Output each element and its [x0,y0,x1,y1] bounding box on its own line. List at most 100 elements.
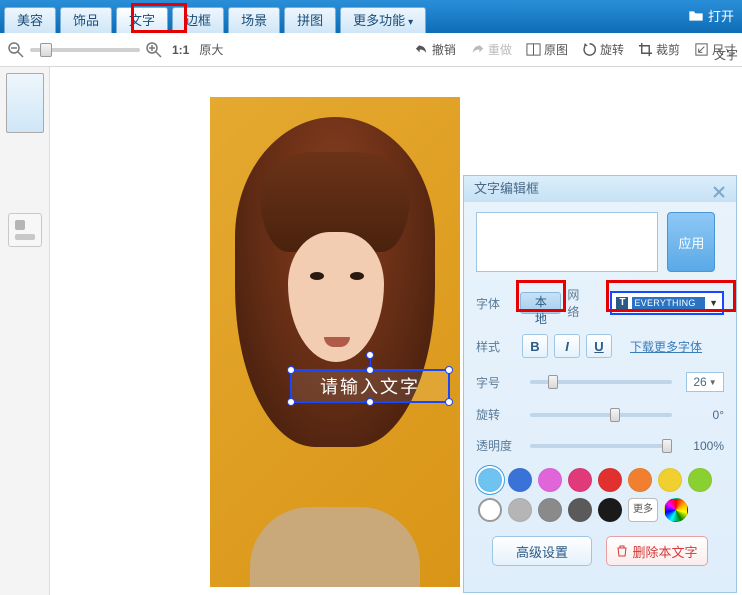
color-swatch[interactable] [508,498,532,522]
delete-text-button[interactable]: 删除本文字 [606,536,708,566]
resize-icon [694,42,709,57]
resize-handle-tl[interactable] [287,366,295,374]
tab-beauty[interactable]: 美容 [4,7,56,33]
undo-icon [414,42,429,57]
left-sidebar [0,67,50,595]
photo-eye-right [350,272,364,280]
color-swatch[interactable] [538,468,562,492]
panel-footer: 高级设置 删除本文字 [476,522,724,566]
color-swatch[interactable] [628,468,652,492]
size-row: 字号 26▼ [476,372,724,392]
redo-button[interactable]: 重做 [470,41,512,58]
font-label: 字体 [476,295,514,312]
size-value[interactable]: 26▼ [686,372,724,392]
rotate-icon [582,42,597,57]
font-select[interactable]: T EVERYTHING ▼ [610,291,724,315]
color-swatch[interactable] [478,468,502,492]
undo-button[interactable]: 撤销 [414,41,456,58]
color-swatch[interactable] [598,468,622,492]
opacity-value: 100% [686,439,724,453]
open-button[interactable]: 打开 [688,6,734,25]
tab-more[interactable]: 更多功能 [340,7,426,33]
size-label: 字号 [476,374,516,391]
tab-collage[interactable]: 拼图 [284,7,336,33]
resize-handle-bl[interactable] [287,398,295,406]
font-local-button[interactable]: 本地 [520,292,561,314]
opacity-row: 透明度 100% [476,437,724,454]
rotate-value: 0° [686,408,724,422]
color-swatch[interactable] [568,498,592,522]
crop-button[interactable]: 裁剪 [638,41,680,58]
right-panel-label: 文字 [714,46,738,63]
apply-button[interactable]: 应用 [667,212,715,272]
text-content-input[interactable] [476,212,658,272]
tab-text[interactable]: 文字 [116,7,168,33]
rotate-slider[interactable] [530,413,672,417]
rotate-button[interactable]: 旋转 [582,41,624,58]
panel-titlebar[interactable]: 文字编辑框 [464,176,736,202]
tab-border[interactable]: 边框 [172,7,224,33]
color-swatch[interactable] [538,498,562,522]
rotate-row: 旋转 0° [476,406,724,423]
font-type-icon: T [616,297,628,309]
resize-handle-tr[interactable] [445,366,453,374]
zoom-slider[interactable] [30,48,140,52]
style-label: 样式 [476,338,516,355]
opacity-slider[interactable] [530,444,672,448]
compare-icon [526,42,541,57]
zoom-ratio: 1:1 [172,43,189,57]
tab-accessory[interactable]: 饰品 [60,7,112,33]
download-fonts-link[interactable]: 下载更多字体 [630,338,702,355]
color-swatch[interactable] [508,468,532,492]
zoom-original-size[interactable]: 原大 [199,41,223,58]
color-more-button[interactable]: 更多 [628,498,658,522]
trash-icon [616,545,628,557]
zoom-out-icon[interactable] [8,42,24,58]
color-swatch[interactable] [598,498,622,522]
rotate-label: 旋转 [476,406,516,423]
size-slider[interactable] [530,380,672,384]
color-swatch[interactable] [568,468,592,492]
bold-button[interactable]: B [522,334,548,358]
style-row: 样式 B I U 下载更多字体 [476,334,724,358]
resize-handle-b[interactable] [366,398,374,406]
sidebar-style-item[interactable] [8,213,42,247]
underline-button[interactable]: U [586,334,612,358]
color-swatch[interactable] [688,468,712,492]
color-swatches: 更多 [476,468,724,522]
rotate-handle[interactable] [366,351,374,359]
tab-scene[interactable]: 场景 [228,7,280,33]
text-edit-panel: 文字编辑框 应用 字体 本地 网络 T EVERYTHING ▼ 样式 B I … [463,175,737,593]
resize-handle-t[interactable] [366,366,374,374]
color-swatch[interactable] [658,468,682,492]
open-label: 打开 [708,6,734,25]
zoom-group [8,42,162,58]
opacity-label: 透明度 [476,437,516,454]
sidebar-thumb[interactable] [6,73,44,133]
font-network-button[interactable]: 网络 [567,286,590,320]
chevron-down-icon: ▼ [709,298,718,308]
italic-button[interactable]: I [554,334,580,358]
font-name: EVERYTHING [632,297,705,309]
photo[interactable]: 请输入文字 [210,97,460,587]
toolbar: 1:1 原大 撤销 重做 原图 旋转 裁剪 尺寸 [0,33,742,67]
main-tabbar: 美容 饰品 文字 边框 场景 拼图 更多功能 打开 [0,0,742,33]
canvas-text-box[interactable]: 请输入文字 [290,369,450,403]
font-row: 字体 本地 网络 T EVERYTHING ▼ [476,286,724,320]
panel-close-button[interactable] [712,182,726,196]
color-picker-button[interactable] [664,498,688,522]
photo-shirt [250,507,420,587]
delete-text-label: 删除本文字 [632,542,697,561]
zoom-in-icon[interactable] [146,42,162,58]
resize-handle-br[interactable] [445,398,453,406]
redo-icon [470,42,485,57]
close-icon [712,185,726,199]
original-button[interactable]: 原图 [526,41,568,58]
crop-icon [638,42,653,57]
advanced-settings-button[interactable]: 高级设置 [492,536,592,566]
color-swatch-white[interactable] [478,498,502,522]
panel-title-text: 文字编辑框 [474,176,539,202]
photo-eye-left [310,272,324,280]
folder-icon [688,9,704,23]
canvas-text-placeholder: 请输入文字 [320,373,420,399]
